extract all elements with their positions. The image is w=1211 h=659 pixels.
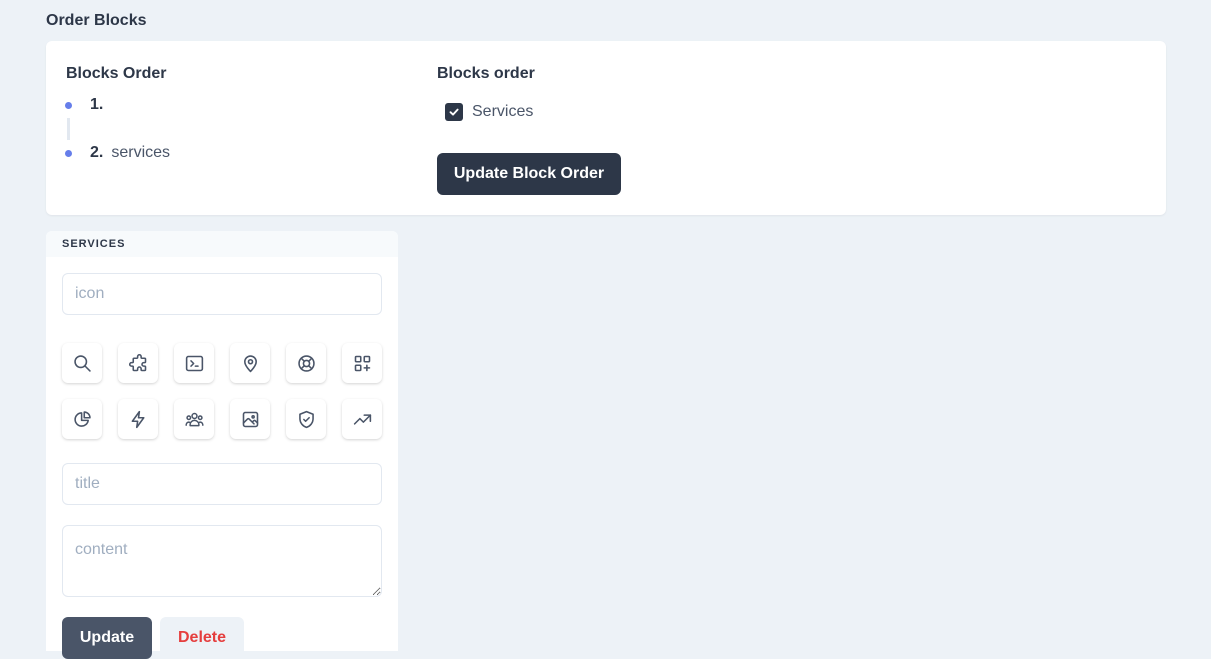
delete-button[interactable]: Delete <box>160 617 244 659</box>
blocks-order-title: Blocks Order <box>66 65 167 82</box>
lightning-bolt-icon[interactable] <box>118 399 158 439</box>
order-item-label: services <box>111 144 171 161</box>
location-pin-icon[interactable] <box>230 343 270 383</box>
user-group-icon[interactable] <box>174 399 214 439</box>
services-section-header: SERVICES <box>46 231 398 257</box>
icon-picker-grid <box>62 343 384 439</box>
services-checkbox[interactable] <box>445 103 463 121</box>
terminal-icon[interactable] <box>174 343 214 383</box>
services-checkbox-row[interactable]: Services <box>445 103 533 121</box>
page-title: Order Blocks <box>46 12 147 29</box>
bullet-dot-icon <box>65 101 72 109</box>
shield-check-icon[interactable] <box>286 399 326 439</box>
order-item-number: 1. <box>90 96 104 113</box>
chart-pie-icon[interactable] <box>62 399 102 439</box>
lifebuoy-icon[interactable] <box>286 343 326 383</box>
content-textarea[interactable] <box>62 525 382 597</box>
update-block-order-button[interactable]: Update Block Order <box>437 153 621 195</box>
services-checkbox-label: Services <box>472 103 534 120</box>
order-list-item[interactable]: 2. services <box>64 141 364 165</box>
check-icon <box>449 108 459 116</box>
order-blocks-card: Blocks Order 1. 2. services Blocks order… <box>46 41 1166 215</box>
blocks-order-list: 1. 2. services <box>64 93 364 165</box>
puzzle-icon[interactable] <box>118 343 158 383</box>
photograph-icon[interactable] <box>230 399 270 439</box>
order-item-number: 2. <box>90 144 104 161</box>
order-list-item[interactable]: 1. <box>64 93 364 117</box>
title-input[interactable] <box>62 463 382 505</box>
icon-input[interactable] <box>62 273 382 315</box>
services-card: SERVICES icon title content Update Delet… <box>46 231 398 659</box>
order-connector <box>67 118 70 140</box>
search-icon[interactable] <box>62 343 102 383</box>
bullet-dot-icon <box>65 149 72 157</box>
update-button[interactable]: Update <box>62 617 152 659</box>
view-grid-add-icon[interactable] <box>342 343 382 383</box>
trending-up-icon[interactable] <box>342 399 382 439</box>
blocks-order-subtitle: Blocks order <box>437 65 535 82</box>
